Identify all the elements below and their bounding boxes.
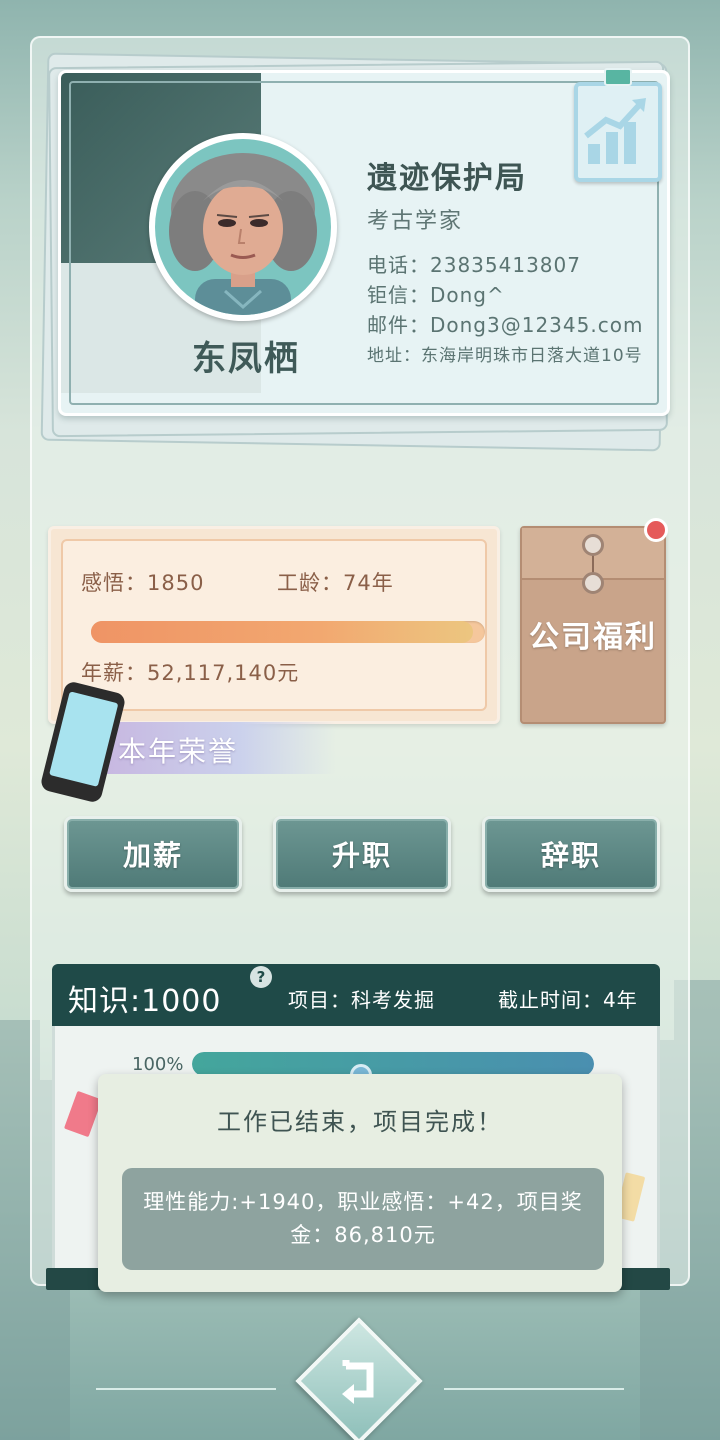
return-arrow-icon xyxy=(342,1360,374,1404)
annual-honor-button[interactable]: 本年荣誉 xyxy=(96,722,336,774)
result-detail: 理性能力:+1940，职业感悟：+42，项目奖金：86,810元 xyxy=(122,1168,604,1270)
bottom-deco-line xyxy=(444,1388,624,1390)
work-progress-bar xyxy=(192,1052,594,1076)
envelope-clasp-icon xyxy=(582,572,604,594)
phone-info: 电话：23835413807 xyxy=(367,253,581,277)
envelope-clasp-icon xyxy=(582,534,604,556)
person-name: 东凤栖 xyxy=(192,339,300,379)
notification-dot-icon xyxy=(644,518,668,542)
knowledge-header: 知识:1000 ? 项目：科考发掘 截止时间：4年 xyxy=(52,964,660,1026)
project-name: 项目：科考发掘 xyxy=(288,988,435,1012)
email-info: 邮件：Dong3@12345.com xyxy=(367,313,644,337)
help-icon[interactable]: ? xyxy=(250,966,272,988)
growth-chart-icon[interactable] xyxy=(574,82,662,182)
work-progress-fill xyxy=(192,1052,594,1076)
annual-salary: 年薪：52,117,140元 xyxy=(81,661,300,685)
result-title: 工作已结束，项目完成！ xyxy=(217,1108,503,1136)
avatar xyxy=(149,133,337,321)
insight-value: 感悟：1850 xyxy=(81,571,205,595)
address-info: 地址：东海岸明珠市日落大道10号 xyxy=(367,346,643,366)
company-welfare-label: 公司福利 xyxy=(529,620,657,655)
badge-clip xyxy=(604,68,632,86)
resign-button[interactable]: 辞职 xyxy=(482,816,660,892)
qianxin-info: 钜信：Dong^ xyxy=(367,283,505,307)
salary-progress-bar xyxy=(91,621,485,643)
organization-name: 遗迹保护局 xyxy=(367,161,527,196)
company-welfare-button[interactable]: 公司福利 xyxy=(520,526,666,724)
project-deadline: 截止时间：4年 xyxy=(498,988,638,1012)
salary-progress-fill xyxy=(91,621,474,643)
job-title: 考古学家 xyxy=(367,209,464,234)
stats-panel-inner: 感悟：1850 工龄：74年 年薪：52,117,140元 xyxy=(61,539,487,711)
work-progress-percent: 100% xyxy=(132,1054,184,1075)
annual-honor-label: 本年荣誉 xyxy=(118,735,239,768)
knowledge-value: 知识:1000 xyxy=(68,984,222,1019)
bottom-deco-line xyxy=(96,1388,276,1390)
growth-chart-glyph xyxy=(584,98,646,164)
raise-salary-button[interactable]: 加薪 xyxy=(64,816,242,892)
elder-portrait xyxy=(169,153,317,315)
seniority-value: 工龄：74年 xyxy=(277,571,394,595)
promotion-button[interactable]: 升职 xyxy=(273,816,451,892)
result-popup[interactable]: 工作已结束，项目完成！ 理性能力:+1940，职业感悟：+42，项目奖金：86,… xyxy=(98,1074,622,1292)
